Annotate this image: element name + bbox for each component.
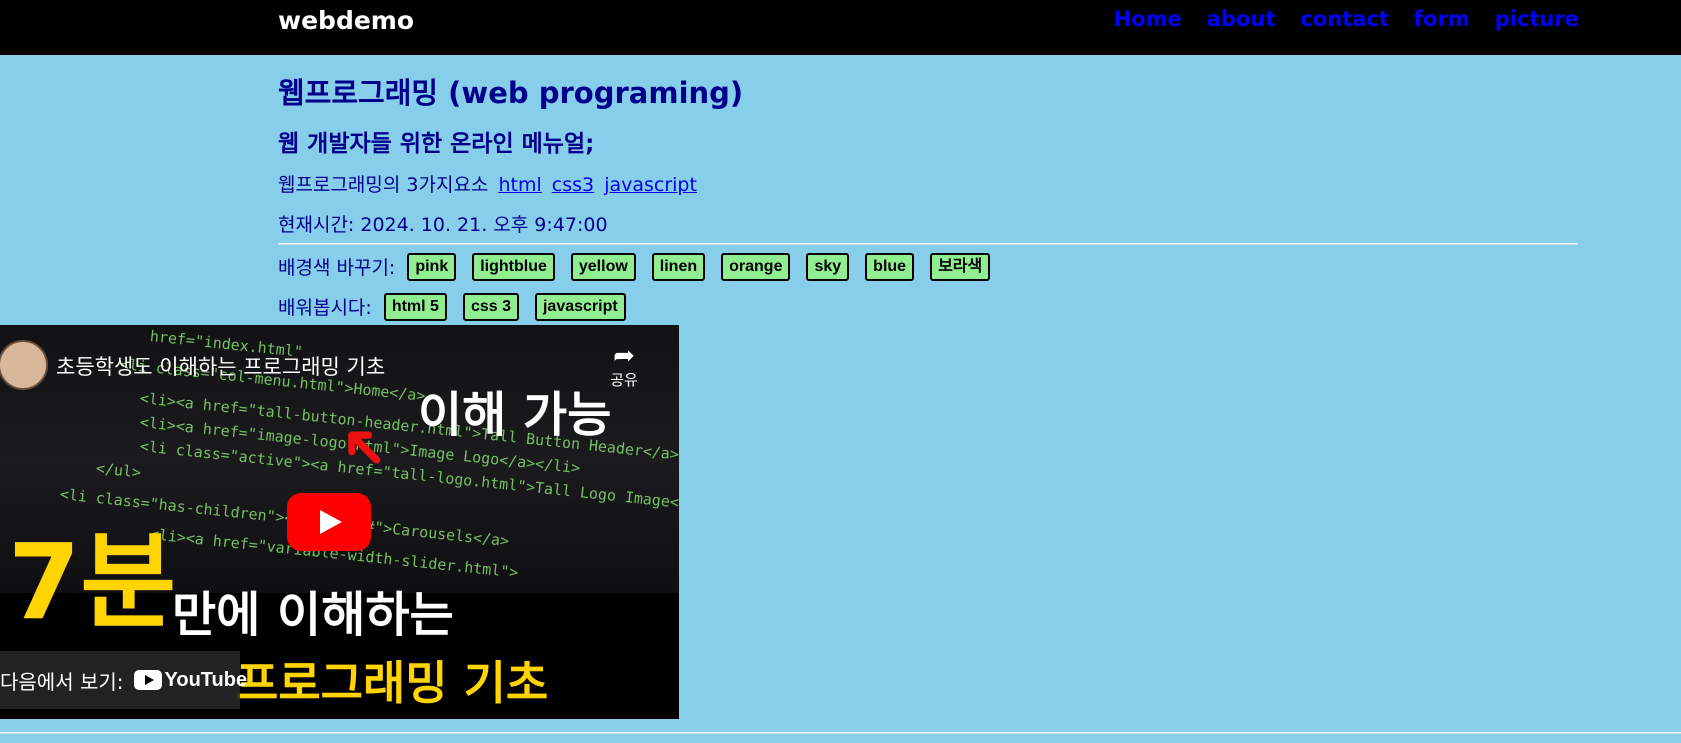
- top-navbar: webdemo Home about contact form picture: [0, 0, 1681, 55]
- footer-divider: [0, 732, 1681, 734]
- watch-on-youtube[interactable]: 다음에서 보기: YouTube: [0, 651, 247, 709]
- youtube-embed[interactable]: href="index.html" <li class="col-menu.ht…: [0, 325, 679, 719]
- bg-pink-button[interactable]: pink: [407, 253, 457, 281]
- page-subtitle: 웹 개발자들 위한 온라인 메뉴얼;: [278, 131, 595, 157]
- current-time: 현재시간: 2024. 10. 21. 오후 9:47:00: [278, 214, 608, 236]
- bg-sky-button[interactable]: sky: [806, 253, 850, 281]
- thumbnail-text-top: 이해 가능: [418, 387, 612, 443]
- html-link[interactable]: html: [498, 174, 541, 196]
- learn-css3-button[interactable]: css 3: [462, 293, 519, 321]
- learn-javascript-button[interactable]: javascript: [534, 293, 626, 321]
- youtube-play-icon: [133, 670, 162, 690]
- share-icon: ➦: [613, 341, 635, 371]
- intro-text: 웹프로그래밍의 3가지요소: [278, 174, 489, 196]
- nav-contact-link[interactable]: contact: [1300, 7, 1389, 31]
- divider: [278, 243, 1578, 245]
- code-line: </ul>: [95, 459, 142, 482]
- watch-on-label: 다음에서 보기:: [0, 669, 124, 694]
- bg-blue-button[interactable]: blue: [865, 253, 915, 281]
- bg-yellow-button[interactable]: yellow: [570, 253, 636, 281]
- bg-linen-button[interactable]: linen: [651, 253, 706, 281]
- share-label: 공유: [610, 371, 638, 389]
- bg-orange-button[interactable]: orange: [721, 253, 791, 281]
- nav-form-link[interactable]: form: [1414, 7, 1470, 31]
- thumbnail-text-big: 7분: [8, 521, 177, 643]
- site-brand[interactable]: webdemo: [278, 6, 414, 35]
- channel-avatar[interactable]: [0, 340, 48, 390]
- main-nav: Home about contact form picture: [1114, 7, 1579, 31]
- nav-picture-link[interactable]: picture: [1495, 7, 1579, 31]
- learn-label: 배워봅시다:: [278, 297, 372, 320]
- thumbnail-text-mid: 만에 이해하는: [172, 587, 454, 643]
- play-button[interactable]: [287, 493, 371, 551]
- intro-line: 웹프로그래밍의 3가지요소 html css3 javascript: [278, 170, 697, 197]
- page-title: 웹프로그래밍 (web programing): [278, 76, 744, 110]
- javascript-link[interactable]: javascript: [604, 174, 697, 196]
- bg-color-row: 배경색 바꾸기: pink lightblue yellow linen ora…: [278, 253, 991, 281]
- youtube-logo-text: YouTube: [164, 668, 248, 691]
- learn-html5-button[interactable]: html 5: [383, 293, 447, 321]
- nav-home-link[interactable]: Home: [1114, 7, 1182, 31]
- youtube-logo: YouTube: [133, 668, 248, 692]
- thumbnail-text-last: 프로그래밍 기초: [236, 656, 549, 710]
- bg-color-label: 배경색 바꾸기:: [278, 257, 396, 280]
- learn-row: 배워봅시다: html 5 css 3 javascript: [278, 293, 626, 321]
- video-title[interactable]: 초등학생도 이해하는 프로그래밍 기초: [56, 351, 385, 381]
- bg-purple-button[interactable]: 보라색: [930, 253, 991, 281]
- nav-about-link[interactable]: about: [1207, 7, 1276, 31]
- bg-lightblue-button[interactable]: lightblue: [472, 253, 555, 281]
- css3-link[interactable]: css3: [552, 174, 594, 196]
